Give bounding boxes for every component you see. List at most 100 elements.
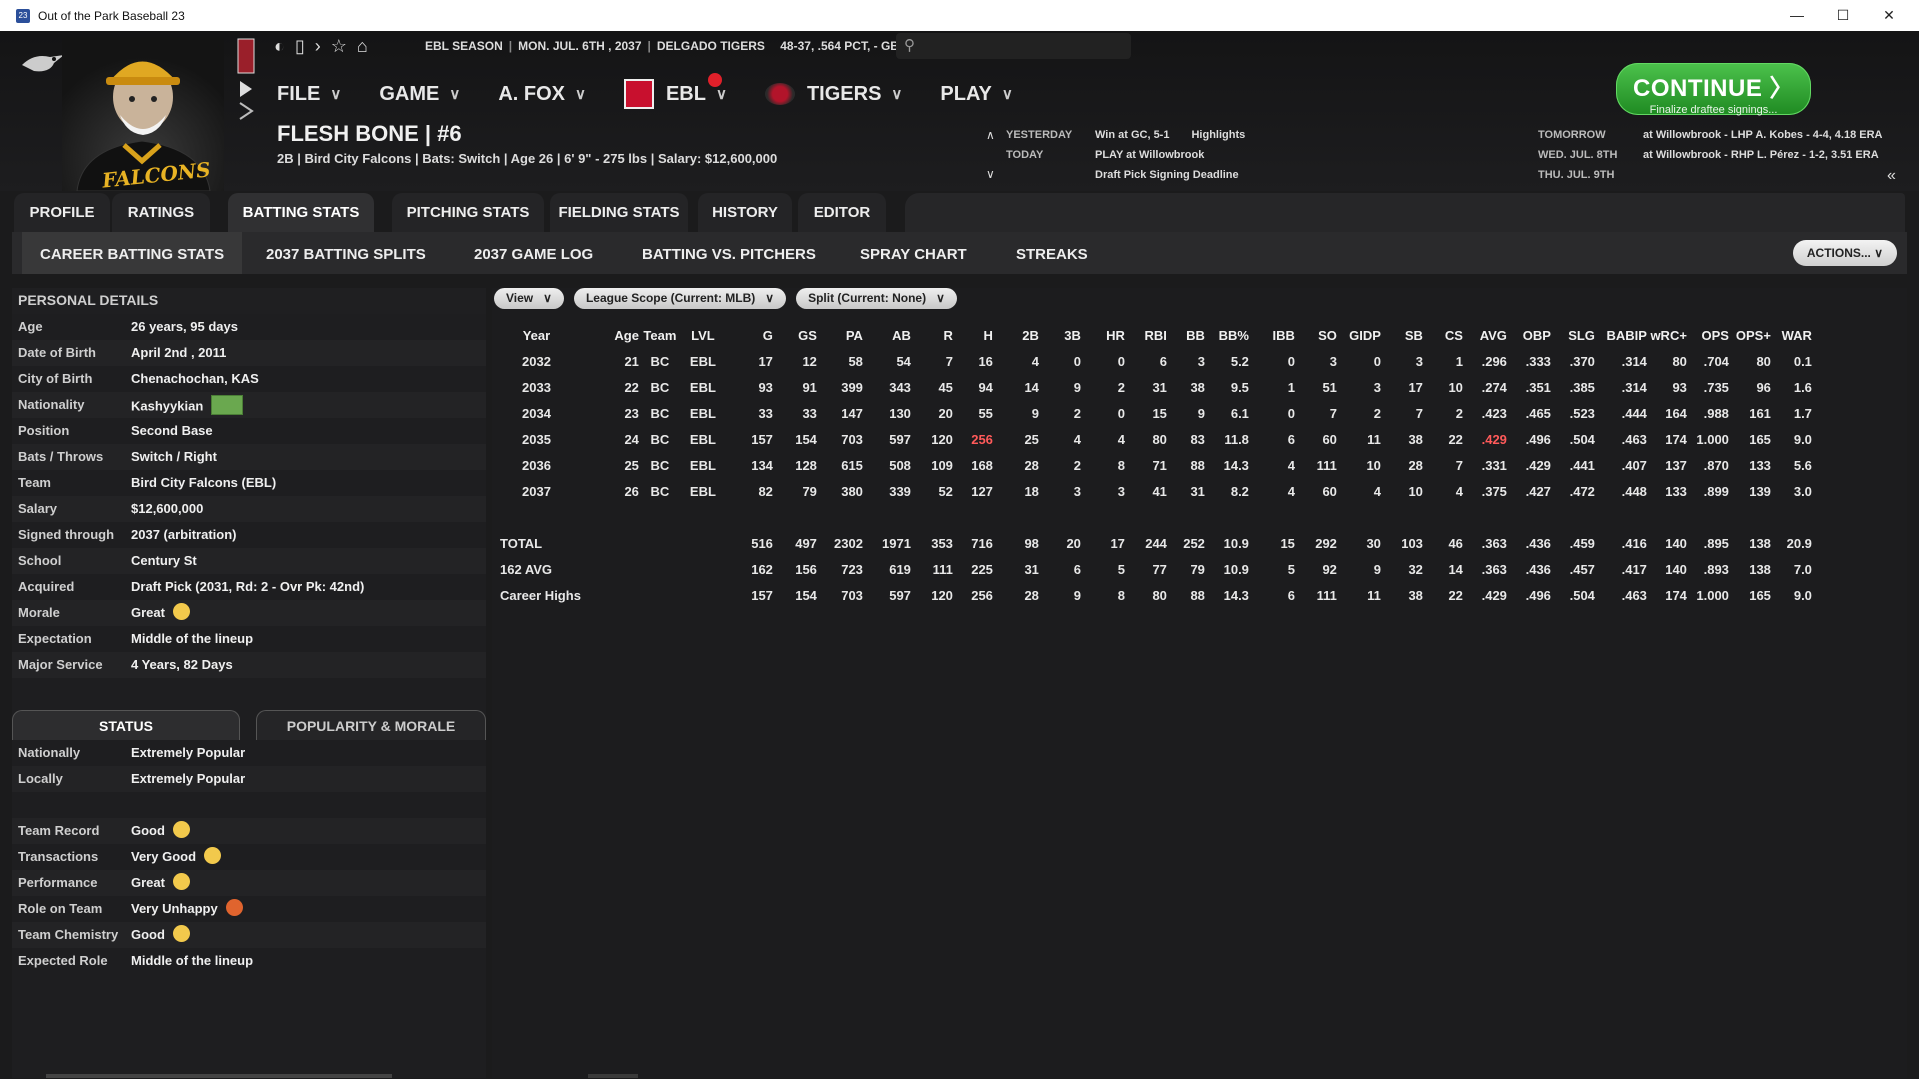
column-header[interactable]: Year [492, 322, 581, 348]
table-cell: 28 [1024, 457, 1039, 473]
tab-editor[interactable]: EDITOR [798, 193, 886, 232]
detail-row-age: Age 26 years, 95 days [18, 319, 238, 334]
subtab-spray-chart[interactable]: SPRAY CHART [860, 232, 967, 274]
tab-profile[interactable]: PROFILE [14, 193, 110, 232]
main-menu: FILE ∨ GAME ∨ A. FOX ∨ EBL ∨ TIGERS ∨ PLAY ∨ [277, 73, 1051, 109]
column-header[interactable]: wRC+ [1647, 322, 1686, 348]
current-date: MON. JUL. 6TH , 2037 [518, 39, 642, 53]
column-header[interactable]: Team [639, 322, 681, 348]
table-cell: 1.6 [1793, 379, 1812, 395]
menu-play[interactable]: PLAY ∨ [940, 83, 1013, 106]
subtab-streaks[interactable]: STREAKS [1016, 232, 1088, 274]
table-cell: 60 [1322, 431, 1337, 447]
horizontal-scrollbar[interactable] [46, 1074, 392, 1078]
actions-button[interactable]: ACTIONS... ∨ [1792, 240, 1897, 266]
subtab-batting-vs-pitchers[interactable]: BATTING VS. PITCHERS [642, 232, 816, 274]
column-header[interactable]: HR [1081, 322, 1125, 348]
column-header[interactable]: Age [581, 322, 639, 348]
tab-ratings[interactable]: RATINGS [112, 193, 210, 232]
forward-icon[interactable]: › [315, 36, 321, 57]
subtab-game-log[interactable]: 2037 GAME LOG [474, 232, 593, 274]
column-header[interactable]: 3B [1039, 322, 1081, 348]
column-header[interactable]: AB [863, 322, 911, 348]
column-header[interactable]: LVL [681, 322, 725, 348]
minimize-button[interactable]: — [1774, 0, 1820, 31]
continue-button[interactable]: CONTINUE 〉 Finalize draftee signings... [1616, 63, 1811, 116]
column-header[interactable]: G [725, 322, 773, 348]
table-cell: 32 [1408, 561, 1423, 577]
collapse-schedule-icon[interactable]: « [1887, 167, 1896, 185]
menu-manager[interactable]: A. FOX ∨ [498, 83, 586, 106]
column-header[interactable]: SB [1381, 322, 1423, 348]
column-header[interactable]: BB [1167, 322, 1205, 348]
scrollbar-thumb[interactable] [588, 1074, 638, 1078]
page-icon[interactable]: ▯ [295, 36, 305, 57]
tab-history[interactable]: HISTORY [698, 193, 792, 232]
home-icon[interactable]: ⌂ [357, 36, 368, 57]
column-header[interactable]: OBP [1507, 322, 1551, 348]
detail-row-school: School Century St [12, 548, 486, 574]
column-header[interactable]: GS [773, 322, 817, 348]
schedule-scroll-down-icon[interactable]: ∨ [986, 167, 995, 181]
column-header[interactable]: BABIP [1595, 322, 1646, 348]
maximize-button[interactable]: ☐ [1820, 0, 1866, 31]
schedule-event[interactable]: at Willowbrook - LHP A. Kobes - 4-4, 4.1… [1643, 125, 1883, 145]
table-cell [581, 556, 639, 582]
table-cell: 2035 [522, 431, 551, 447]
column-header[interactable]: CS [1423, 322, 1463, 348]
schedule-scroll-up-icon[interactable]: ∧ [986, 128, 995, 142]
column-header[interactable]: RBI [1125, 322, 1167, 348]
table-cell: 9 [1373, 561, 1381, 577]
split-dropdown[interactable]: Split (Current: None) ∨ [796, 288, 957, 309]
close-button[interactable]: ✕ [1866, 0, 1912, 31]
column-header[interactable]: OPS+ [1729, 322, 1771, 348]
view-dropdown[interactable]: View ∨ [494, 288, 564, 309]
table-cell: 10 [1408, 483, 1423, 499]
column-header[interactable]: GIDP [1337, 322, 1381, 348]
tab-fielding-stats[interactable]: FIELDING STATS [550, 193, 688, 232]
search-input[interactable]: ⚲ [896, 33, 1131, 59]
column-header[interactable]: 2B [993, 322, 1039, 348]
schedule-event[interactable]: Win at GC, 5-1 [1095, 129, 1169, 141]
star-icon[interactable]: ☆ [331, 36, 347, 57]
personal-details-title: PERSONAL DETAILS [12, 288, 486, 314]
table-cell: 133 [1665, 483, 1687, 499]
ootp-logo-icon[interactable] [20, 51, 66, 77]
table-cell: 256 [971, 587, 993, 603]
column-header[interactable]: WAR [1771, 322, 1812, 348]
table-cell: 20 [938, 405, 953, 421]
tab-popularity-morale[interactable]: POPULARITY & MORALE [256, 710, 486, 740]
table-cell: .459 [1569, 535, 1595, 551]
highlights-link[interactable]: Highlights [1191, 129, 1245, 141]
table-cell: Career Highs [500, 587, 581, 603]
league-scope-dropdown[interactable]: League Scope (Current: MLB) ∨ [573, 288, 787, 309]
table-cell: 3 [1329, 353, 1337, 369]
table-cell: 339 [889, 483, 911, 499]
menu-league[interactable]: EBL ∨ [623, 73, 727, 109]
tab-batting-stats[interactable]: BATTING STATS [228, 193, 374, 232]
column-header[interactable]: SLG [1551, 322, 1595, 348]
column-header[interactable]: R [911, 322, 953, 348]
column-header[interactable]: OPS [1687, 322, 1728, 348]
column-header[interactable]: H [953, 322, 993, 348]
status-row: Locally Extremely Popular [12, 766, 486, 792]
schedule-event[interactable]: PLAY at Willowbrook [1095, 145, 1245, 165]
menu-file[interactable]: FILE ∨ [277, 83, 341, 106]
column-header[interactable]: BB% [1205, 322, 1249, 348]
column-header[interactable]: IBB [1249, 322, 1295, 348]
table-cell: 157 [751, 431, 773, 447]
menu-team[interactable]: TIGERS ∨ [764, 83, 902, 106]
table-cell: 6 [1159, 353, 1167, 369]
subtab-career-batting-stats[interactable]: CAREER BATTING STATS [22, 232, 243, 274]
column-header[interactable]: AVG [1463, 322, 1507, 348]
chevron-down-icon: ∨ [449, 86, 461, 103]
column-header[interactable]: PA [817, 322, 863, 348]
menu-game[interactable]: GAME ∨ [379, 83, 460, 106]
schedule-event[interactable]: Draft Pick Signing Deadline [1095, 165, 1245, 185]
tab-pitching-stats[interactable]: PITCHING STATS [392, 193, 544, 232]
tab-status[interactable]: STATUS [12, 710, 240, 740]
back-icon[interactable]: ◐ [274, 36, 285, 57]
schedule-event[interactable]: at Willowbrook - RHP L. Pérez - 1-2, 3.5… [1643, 145, 1883, 165]
column-header[interactable]: SO [1295, 322, 1337, 348]
subtab-batting-splits[interactable]: 2037 BATTING SPLITS [266, 232, 426, 274]
